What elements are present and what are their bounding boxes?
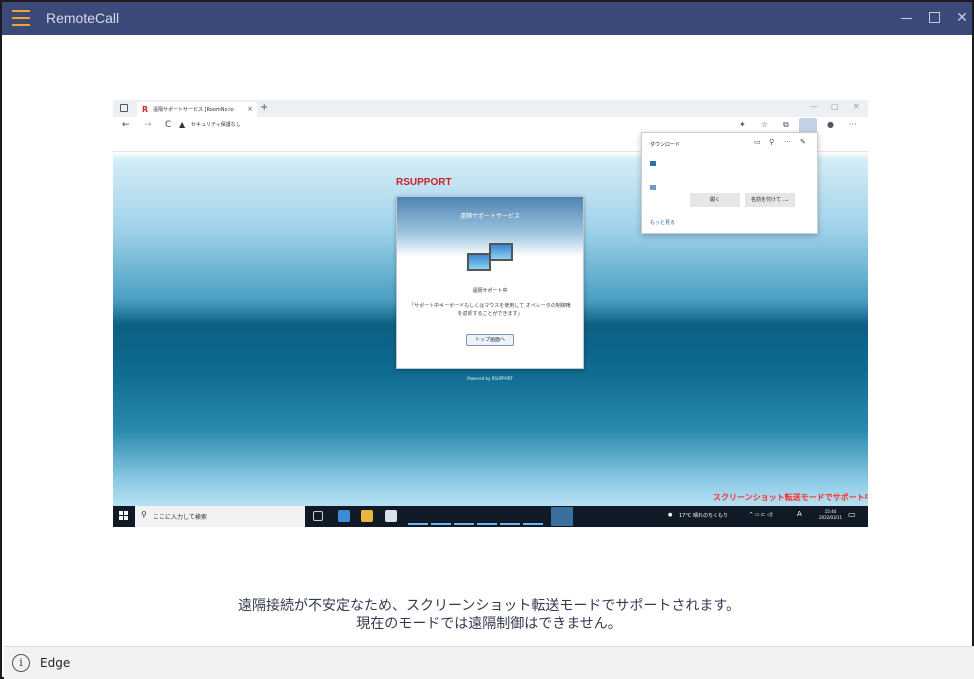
chrome-app-icon xyxy=(385,510,397,522)
folder-icon: ▭ xyxy=(754,138,761,146)
new-tab-icon: + xyxy=(260,102,269,113)
search-icon: ⚲ xyxy=(141,510,147,519)
chevron-down-icon: ⌄ xyxy=(784,197,789,203)
task-view-icon xyxy=(313,511,323,521)
more-icon: ··· xyxy=(784,138,791,146)
top-page-button: トップ画面へ xyxy=(466,334,514,346)
back-icon: ← xyxy=(122,120,130,130)
forward-icon: → xyxy=(144,120,152,130)
app-title: RemoteCall xyxy=(46,10,120,26)
maximize-icon xyxy=(929,12,940,23)
support-status: 遠隔サポート中 xyxy=(472,288,508,294)
notice-line-1: 遠隔接続が不安定なため、スクリーンショット転送モードでサポートされます。 xyxy=(238,598,740,614)
hamburger-menu-icon[interactable] xyxy=(12,10,30,26)
taskbar-clock: 15:44 2022/03/11 xyxy=(819,509,842,521)
favorites-icon: ☆ xyxy=(761,120,769,129)
download-popup: ダウンロード ▭ ⚲ ··· ✎ 開く 名前を付けて... ⌄ もっと見る xyxy=(641,132,818,234)
rsupport-logo-icon: R xyxy=(142,105,149,114)
remote-support-panel: 遠隔サポートサービス 遠隔サポート中 「サポート中キーボードもしくはマウスを使用… xyxy=(396,196,584,369)
weather-text: 17°C 晴れのちくもり xyxy=(679,513,728,519)
tab-title: 遠隔サポートサービス [RoomNo:lo xyxy=(153,107,234,113)
screenshot-mode-notice: 遠隔接続が不安定なため、スクリーンショット転送モードでサポートされます。 現在の… xyxy=(2,597,974,633)
info-icon[interactable]: i xyxy=(12,654,30,672)
pin-icon: ✎ xyxy=(800,138,806,146)
taskbar-pinned-indicator xyxy=(477,523,497,525)
remote-minimize-icon: — xyxy=(810,102,818,111)
status-bar: i Edge xyxy=(4,646,974,679)
browser-menu-icon: ··· xyxy=(849,120,857,129)
save-as-label: 名前を付けて... xyxy=(751,197,786,203)
taskbar-pinned-indicator xyxy=(454,523,474,525)
remotecall-window: RemoteCall ✕ R 遠隔サポートサービス [RoomNo:lo × +… xyxy=(0,0,974,679)
close-button[interactable]: ✕ xyxy=(952,8,972,28)
taskbar-pinned-indicator xyxy=(408,523,428,525)
rsupport-logo: RSUPPORT xyxy=(396,177,452,188)
remote-taskbar: ⚲ ここに入力して検索 ● 17°C 晴れのちくもり ^ ▭ ⊏ ◁) A 15… xyxy=(113,506,868,527)
remote-computers-icon xyxy=(467,243,515,279)
reload-icon: C xyxy=(165,120,172,130)
taskbar-pinned-indicator xyxy=(431,523,451,525)
browser-tab: R 遠隔サポートサービス [RoomNo:lo × xyxy=(137,102,257,117)
taskbar-search-placeholder: ここに入力して検索 xyxy=(153,514,207,521)
download-save-as-button: 名前を付けて... ⌄ xyxy=(745,193,795,207)
edge-app-icon xyxy=(338,510,350,522)
taskbar-pinned-indicator xyxy=(500,523,520,525)
tab-close-icon: × xyxy=(247,105,253,113)
download-more-link: もっと見る xyxy=(650,220,676,226)
warning-icon: ▲ xyxy=(179,120,186,129)
collections-icon: ⧉ xyxy=(783,120,789,129)
profile-icon: ● xyxy=(827,120,834,129)
browser-label: Edge xyxy=(40,656,71,670)
weather-icon: ● xyxy=(668,512,673,518)
remote-close-icon: ✕ xyxy=(853,102,860,111)
panel-title: 遠隔サポートサービス xyxy=(459,213,520,220)
remotecall-taskbar-icon xyxy=(551,507,573,526)
powered-by: Powered by RSUPPORT xyxy=(467,376,513,381)
file-icon xyxy=(650,185,656,190)
browser-tab-strip: R 遠隔サポートサービス [RoomNo:lo × + — ▢ ✕ xyxy=(113,100,868,117)
minimize-button[interactable] xyxy=(897,8,917,28)
support-message: 「サポート中キーボードもしくはマウスを使用して オペレータの制御権を返却すること… xyxy=(409,303,571,317)
download-popup-title: ダウンロード xyxy=(650,142,681,148)
remote-screen[interactable]: R 遠隔サポートサービス [RoomNo:lo × + — ▢ ✕ ← → C … xyxy=(113,100,868,527)
ime-indicator: A xyxy=(797,510,802,518)
download-open-button: 開く xyxy=(690,193,740,207)
taskbar-pinned-indicator xyxy=(523,523,543,525)
reading-icon: ✦ xyxy=(739,120,746,129)
minimize-icon xyxy=(901,18,912,19)
clock-date: 2022/03/11 xyxy=(819,515,843,520)
explorer-app-icon xyxy=(361,510,373,522)
notification-icon: ▭ xyxy=(848,510,856,519)
maximize-button[interactable] xyxy=(925,8,945,28)
file-icon xyxy=(650,161,656,166)
remote-maximize-icon: ▢ xyxy=(831,102,839,111)
tab-actions-icon xyxy=(120,104,128,112)
windows-start-icon xyxy=(119,511,129,521)
search-icon: ⚲ xyxy=(769,138,775,146)
url-warning-text: セキュリティ保護なし xyxy=(191,122,241,128)
title-bar: RemoteCall ✕ xyxy=(2,2,972,35)
screenshot-mode-overlay: スクリーンショット転送モードでサポート中 xyxy=(713,493,868,502)
taskbar-search-box: ⚲ ここに入力して検索 xyxy=(135,506,305,527)
tray-icons: ^ ▭ ⊏ ◁) xyxy=(749,512,773,518)
notice-line-2: 現在のモードでは遠隔制御はできません。 xyxy=(356,616,622,632)
